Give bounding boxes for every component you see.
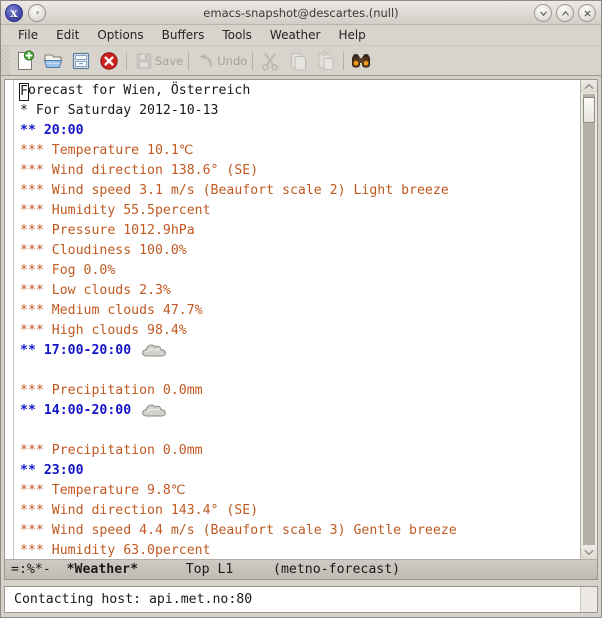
buffer-line: *** Wind speed 4.4 m/s (Beaufort scale 3… [20, 523, 457, 538]
title-bar-left-icons: x [1, 3, 46, 22]
dired-button[interactable] [67, 48, 95, 74]
save-button-label: Save [155, 53, 184, 68]
buffer-line: *** Temperature 10.1℃ [20, 143, 194, 158]
buffer-line: *** Humidity 63.0percent [20, 543, 211, 558]
text-window: Forecast for Wien, Österreich * For Satur… [4, 79, 598, 559]
toolbar-separator [188, 51, 190, 70]
buffer-line: *** Pressure 1012.9hPa [20, 223, 195, 238]
emacs-icon[interactable]: x [5, 3, 23, 22]
open-file-button[interactable] [39, 48, 67, 74]
scroll-down-icon[interactable] [581, 546, 597, 559]
title-bar: x emacs-snapshot@descartes.(null) [1, 1, 601, 25]
toolbar-separator [252, 51, 254, 70]
buffer-line: *** Humidity 55.5percent [20, 203, 211, 218]
close-circle-icon [100, 51, 118, 70]
toolbar-separator [126, 51, 127, 70]
search-button[interactable] [347, 48, 375, 74]
file-drawer-icon [72, 52, 90, 69]
mode-line[interactable]: =:%*- *Weather* Top L1 (metno-forecast) [4, 559, 598, 580]
buffer-line: *** Fog 0.0% [20, 263, 116, 278]
menu-tools[interactable]: Tools [213, 27, 261, 44]
scroll-up-icon[interactable] [581, 80, 597, 93]
paste-button[interactable] [312, 48, 340, 74]
buffer-line: *** Cloudiness 100.0% [20, 243, 187, 258]
mode-line-indicators: =:%*- [11, 562, 51, 577]
echo-area: Contacting host: api.met.no:80 [4, 586, 598, 613]
maximize-button[interactable] [556, 4, 574, 22]
buffer-line: *** High clouds 98.4% [20, 323, 187, 338]
menu-edit[interactable]: Edit [47, 27, 88, 44]
left-fringe [5, 80, 14, 559]
text-cursor: F [19, 83, 29, 101]
menu-weather[interactable]: Weather [261, 27, 330, 44]
scissors-icon [262, 52, 279, 71]
emacs-frame-body: Forecast for Wien, Österreich * For Satur… [1, 76, 601, 583]
tool-bar: Save Undo [1, 46, 601, 76]
vertical-scrollbar[interactable] [580, 80, 597, 559]
buffer-line: *** Wind speed 3.1 m/s (Beaufort scale 2… [20, 183, 449, 198]
menu-file[interactable]: File [9, 27, 47, 44]
echo-message: Contacting host: api.met.no:80 [14, 592, 253, 607]
new-file-icon [18, 49, 35, 70]
undo-arrow-icon [200, 52, 213, 67]
echo-area-wrapper: Contacting host: api.met.no:80 [1, 583, 601, 617]
menu-buffers[interactable]: Buffers [153, 27, 214, 44]
mode-line-major-mode: (metno-forecast) [273, 562, 401, 577]
open-folder-icon [43, 54, 63, 68]
copy-button[interactable] [284, 48, 312, 74]
buffer-line: ** 14:00-20:00 [14, 401, 580, 421]
mode-line-buffer-name: *Weather* [66, 562, 139, 577]
menu-options[interactable]: Options [88, 27, 152, 44]
emacs-window: x emacs-snapshot@descartes.(null) File E… [0, 0, 602, 618]
save-button[interactable] [130, 48, 158, 74]
buffer-line: *** Low clouds 2.3% [20, 283, 171, 298]
minimize-button[interactable] [534, 4, 552, 22]
buffer-line: *** Temperature 9.8℃ [20, 483, 186, 498]
floppy-disk-icon [136, 53, 152, 68]
binoculars-icon [352, 53, 371, 67]
copy-pages-icon [291, 52, 307, 70]
buffer-line: *** Precipitation 0.0mm [20, 443, 203, 458]
mode-line-position: Top L1 [185, 562, 234, 577]
buffer-line: * For Saturday 2012-10-13 [20, 103, 219, 118]
buffer-line [14, 361, 580, 381]
buffer-line: ** 23:00 [20, 463, 84, 478]
toolbar-separator [343, 51, 345, 70]
buffer-line [14, 421, 580, 441]
buffer-line: *** Medium clouds 47.7% [20, 303, 203, 318]
cloud-icon [142, 344, 166, 357]
buffer-text-area[interactable]: Forecast for Wien, Österreich * For Satur… [14, 80, 580, 559]
menu-help[interactable]: Help [329, 27, 374, 44]
window-title: emacs-snapshot@descartes.(null) [203, 5, 399, 20]
window-controls [534, 4, 596, 22]
scrollbar-thumb[interactable] [583, 97, 595, 123]
buffer-line: *** Precipitation 0.0mm [20, 383, 203, 398]
buffer-line: *** Wind direction 138.6° (SE) [20, 163, 259, 178]
new-file-button[interactable] [11, 48, 39, 74]
buffer-line: *** Wind direction 143.4° (SE) [20, 503, 259, 518]
undo-button-label: Undo [217, 53, 248, 68]
buffer-line: ** 20:00 [20, 123, 84, 138]
close-button[interactable] [578, 4, 596, 22]
buffer-line: Forecast for Wien, Österreich [19, 83, 251, 101]
scrollbar-track[interactable] [583, 94, 595, 545]
buffer-line: ** 17:00-20:00 [14, 341, 580, 361]
menu-bar: File Edit Options Buffers Tools Weather … [1, 25, 601, 46]
cloud-icon [142, 404, 166, 417]
close-buffer-button[interactable] [95, 48, 123, 74]
undo-button[interactable] [192, 48, 220, 74]
clipboard-paste-icon [318, 51, 334, 70]
window-menu-icon[interactable] [28, 3, 46, 22]
cut-button[interactable] [256, 48, 284, 74]
